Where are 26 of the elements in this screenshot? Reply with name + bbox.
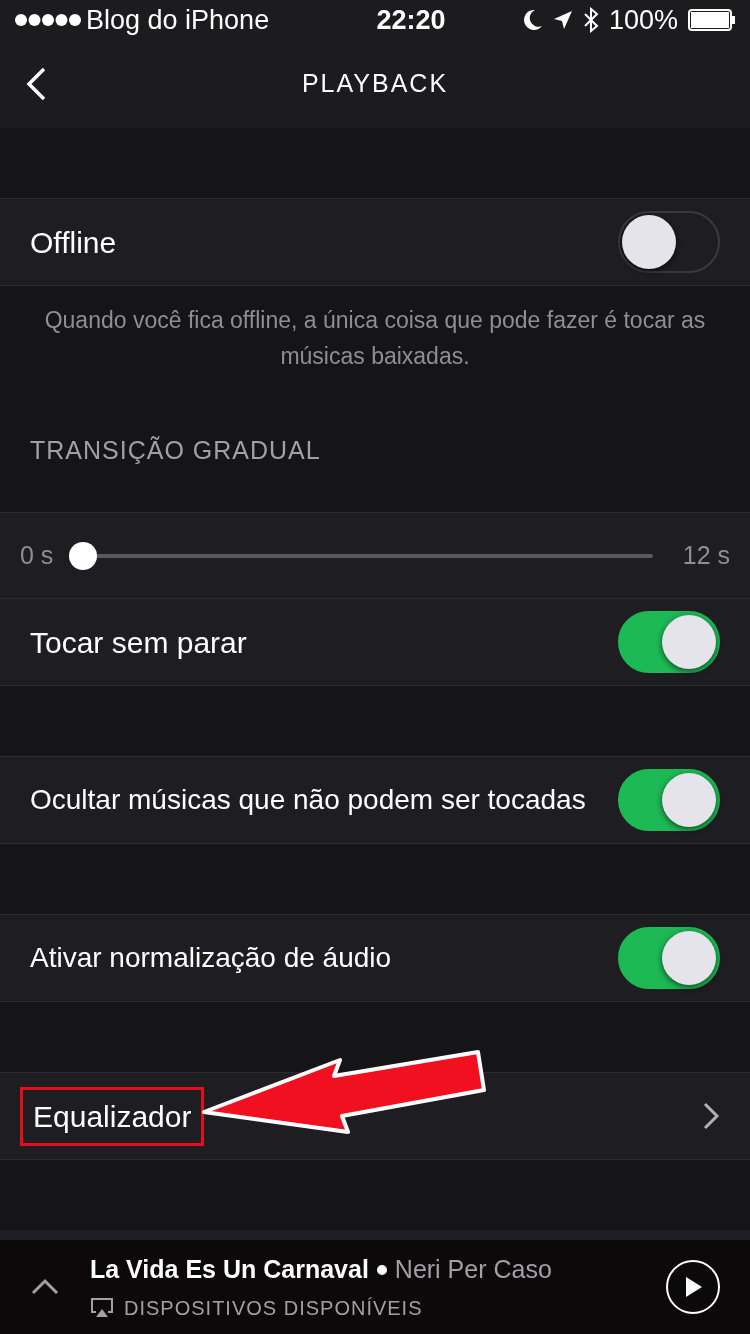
setting-label[interactable]: Equalizador (20, 1086, 205, 1146)
setting-label: Offline (30, 224, 117, 261)
setting-label: Ativar normalização de áudio (30, 941, 392, 975)
track-artist: Neri Per Caso (394, 1254, 552, 1286)
slider-min-label: 0 s (20, 539, 54, 571)
devices-link[interactable]: DISPOSITIVOS DISPONÍVEIS (124, 1292, 423, 1323)
moon-icon (522, 9, 543, 31)
play-icon (683, 1276, 703, 1298)
page-title: PLAYBACK (301, 68, 449, 100)
play-button[interactable] (666, 1260, 720, 1314)
status-time: 22:20 (376, 3, 446, 37)
battery-percent: 100% (608, 3, 678, 37)
slider-max-label: 12 s (682, 539, 730, 571)
setting-label: Ocultar músicas que não podem ser tocadas (30, 783, 586, 817)
battery-icon (688, 9, 736, 31)
signal-icon (14, 12, 82, 28)
setting-label: Tocar sem parar (30, 624, 247, 661)
airplay-icon[interactable] (90, 1296, 114, 1319)
bluetooth-icon (582, 7, 599, 33)
location-icon (552, 10, 573, 30)
section-header: TRANSIÇÃO GRADUAL (29, 435, 322, 466)
chevron-right-icon[interactable] (702, 1101, 720, 1131)
chevron-up-icon[interactable] (30, 1278, 60, 1296)
offline-description: Quando você fica offline, a única coisa que pode fazer é tocar as músicas baixadas. (43, 306, 707, 371)
track-title: La Vida Es Un Carnaval (90, 1254, 369, 1286)
carrier-name: Blog do iPhone (86, 3, 270, 37)
